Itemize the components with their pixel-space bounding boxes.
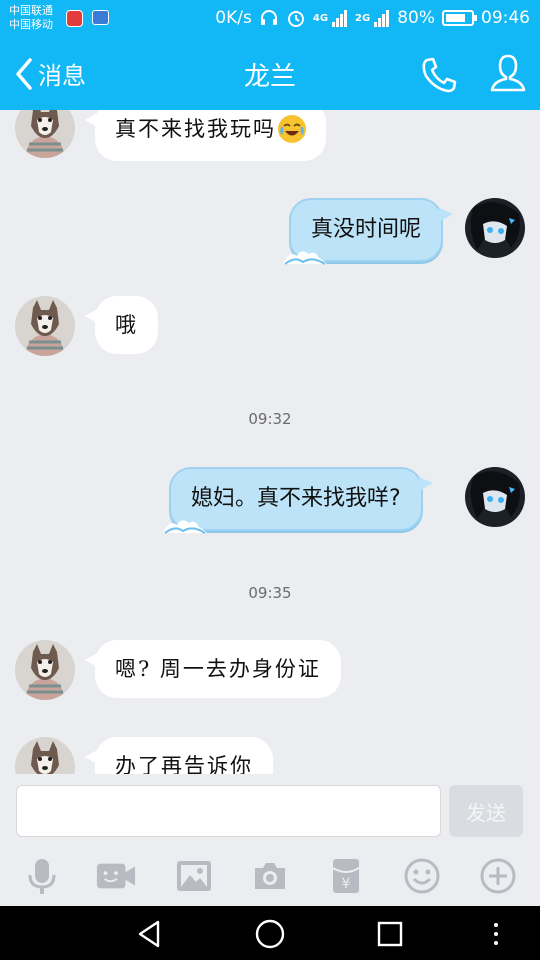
nav-home-icon[interactable]: [254, 918, 286, 950]
my-avatar[interactable]: [465, 198, 525, 258]
carrier-2: 中国移动: [9, 18, 53, 31]
contact-profile-button[interactable]: [488, 52, 528, 94]
signal-4g: 4G: [313, 9, 348, 27]
status-bar: 中国联通 中国移动 0K/s 4G 2G 80% 09:46: [0, 0, 540, 38]
headset-icon: [259, 8, 279, 28]
nav-recents-icon[interactable]: [374, 918, 406, 950]
battery-icon: [442, 10, 477, 26]
message-bubble-incoming[interactable]: 嗯? 周一去办身份证: [85, 640, 341, 698]
gallery-notification-icon: [92, 10, 109, 25]
red-packet-icon[interactable]: ¥: [326, 856, 366, 896]
message-bubble-incoming[interactable]: 真不来找我玩吗: [85, 110, 326, 161]
nav-more-icon[interactable]: [480, 918, 512, 950]
message-list[interactable]: 真不来找我玩吗 真没时间呢 哦 09:32 媳妇。真不来找我咩? 09:35 嗯…: [0, 110, 540, 774]
camera-icon[interactable]: [250, 856, 290, 896]
net-type-1: 4G: [312, 12, 329, 24]
contact-avatar[interactable]: [15, 296, 75, 356]
person-icon: [490, 54, 526, 92]
wave-decoration-icon: [283, 251, 327, 265]
network-speed: 0K/s: [215, 8, 252, 28]
message-timestamp: 09:35: [248, 584, 292, 602]
system-nav-bar: [0, 906, 540, 960]
wave-decoration-icon: [163, 520, 207, 534]
clock: 09:46: [481, 8, 530, 28]
phone-icon: [422, 57, 457, 93]
image-icon[interactable]: [174, 856, 214, 896]
svg-text:¥: ¥: [342, 876, 351, 892]
signal-bars-icon: [332, 9, 348, 27]
weibo-notification-icon: [66, 10, 83, 27]
message-bubble-incoming[interactable]: 办了再告诉你: [85, 737, 273, 774]
carrier-1: 中国联通: [9, 4, 53, 17]
contact-avatar[interactable]: [15, 640, 75, 700]
contact-avatar[interactable]: [15, 737, 75, 774]
send-button[interactable]: 发送: [449, 785, 523, 837]
my-avatar[interactable]: [465, 467, 525, 527]
voice-call-button[interactable]: [418, 54, 460, 96]
plus-icon[interactable]: [478, 856, 518, 896]
input-bar: 发送 ¥: [0, 774, 540, 906]
message-text: 真不来找我玩吗: [115, 117, 276, 141]
emoji-icon[interactable]: [402, 856, 442, 896]
signal-bars-icon: [374, 9, 390, 27]
message-input[interactable]: [16, 785, 441, 837]
nav-back-icon[interactable]: [134, 918, 166, 950]
message-bubble-outgoing[interactable]: 媳妇。真不来找我咩?: [163, 467, 433, 534]
alarm-icon: [286, 8, 306, 28]
carrier-labels: 中国联通 中国移动: [9, 4, 53, 32]
battery-percent: 80%: [397, 8, 435, 28]
message-bubble-outgoing[interactable]: 真没时间呢: [283, 198, 454, 265]
laughing-crying-emoji-icon: [278, 114, 306, 143]
chat-header: 消息 龙兰: [0, 38, 540, 110]
message-text: 哦: [115, 313, 138, 337]
message-text: 办了再告诉你: [115, 754, 253, 774]
video-chat-icon[interactable]: [96, 856, 136, 896]
status-right: 0K/s 4G 2G 80% 09:46: [208, 8, 530, 28]
battery-fill: [446, 14, 466, 22]
message-bubble-incoming[interactable]: 哦: [85, 296, 158, 354]
microphone-icon[interactable]: [22, 856, 62, 896]
net-type-2: 2G: [355, 12, 371, 24]
signal-2g: 2G: [355, 9, 390, 27]
message-text: 嗯? 周一去办身份证: [115, 657, 321, 681]
contact-avatar[interactable]: [15, 110, 75, 158]
message-text: 媳妇。真不来找我咩?: [191, 486, 401, 511]
message-timestamp: 09:32: [248, 410, 292, 428]
message-text: 真没时间呢: [311, 217, 422, 242]
